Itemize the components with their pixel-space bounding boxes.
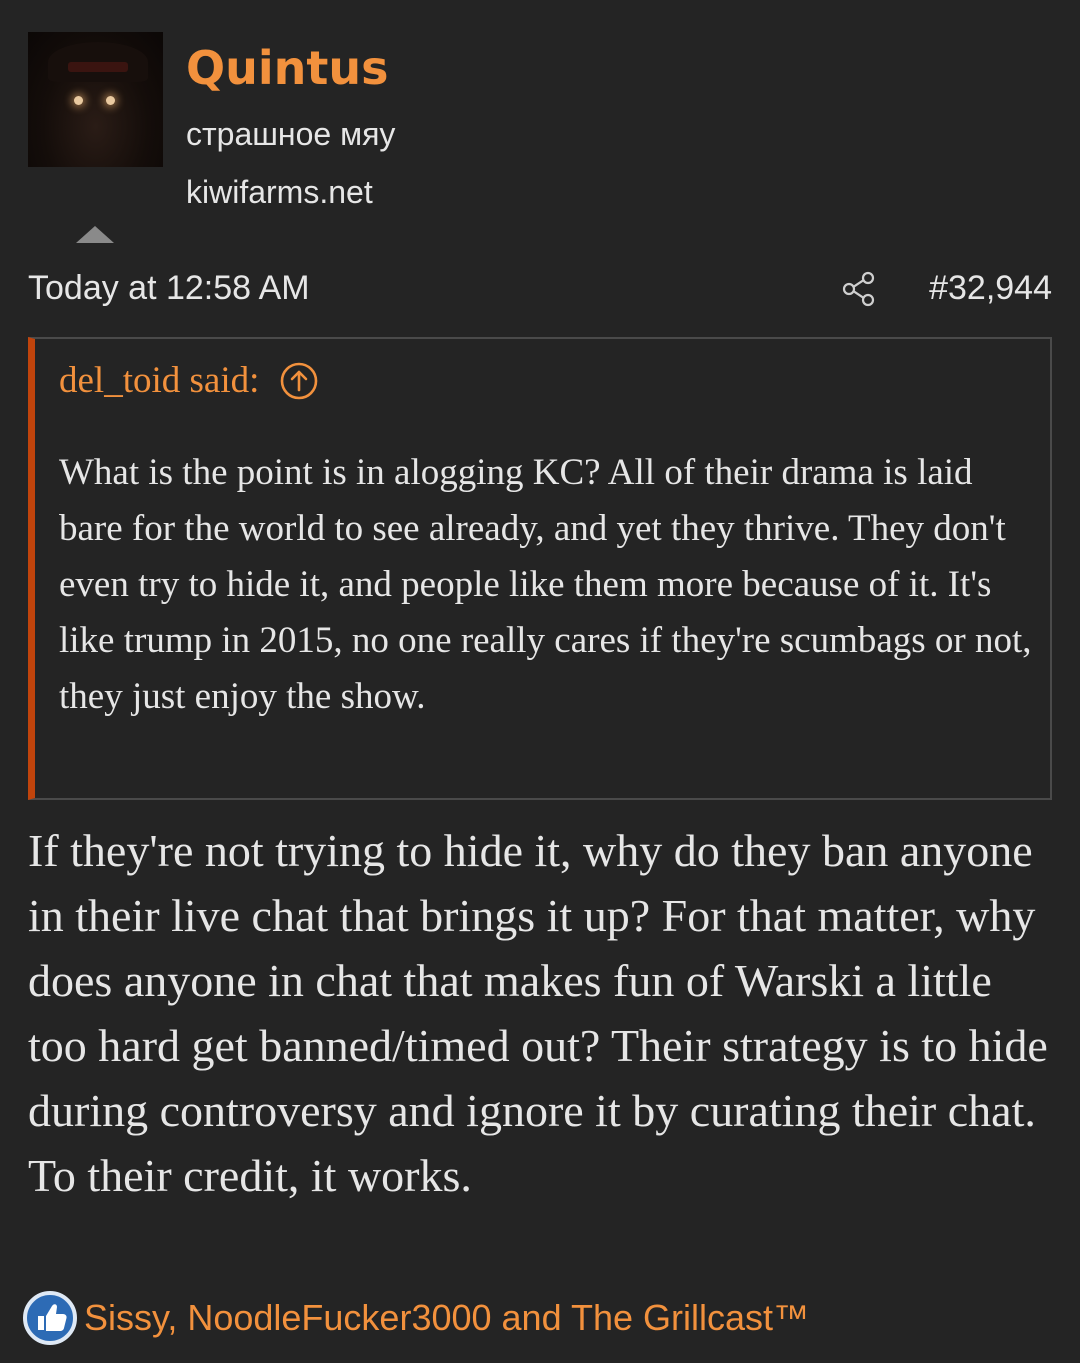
user-avatar[interactable]	[28, 32, 163, 167]
avatar-hat-band-shape	[68, 62, 128, 72]
avatar-eye-right	[106, 96, 115, 105]
reactions-bar: Sissy, NoodleFucker3000 and The Grillcas…	[22, 1288, 809, 1348]
post-body-text: If they're not trying to hide it, why do…	[28, 825, 1048, 1201]
quote-author-link[interactable]: del_toid said:	[59, 357, 259, 405]
post-timestamp[interactable]: Today at 12:58 AM	[28, 268, 310, 308]
username-link[interactable]: Quintus	[186, 40, 389, 96]
like-icon[interactable]	[22, 1290, 78, 1346]
reaction-users-link[interactable]: Sissy, NoodleFucker3000 and The Grillcas…	[84, 1296, 809, 1340]
user-title: страшное мяу	[186, 116, 396, 152]
quote-text: What is the point is in alogging KC? All…	[59, 452, 1032, 717]
avatar-eye-left	[74, 96, 83, 105]
post-meta-row: Today at 12:58 AM #32,944	[28, 264, 1052, 312]
arrow-up-circle-icon[interactable]	[279, 361, 319, 401]
post-user-header: Quintus страшное мяу kiwifarms.net	[28, 32, 1052, 252]
collapse-user-info-icon[interactable]	[76, 226, 114, 243]
quote-block: del_toid said: What is the point is in a…	[28, 337, 1052, 800]
quote-header: del_toid said:	[59, 357, 319, 405]
post-number-link[interactable]: #32,944	[929, 268, 1052, 308]
user-banner: kiwifarms.net	[186, 174, 373, 210]
share-icon[interactable]	[840, 270, 878, 308]
